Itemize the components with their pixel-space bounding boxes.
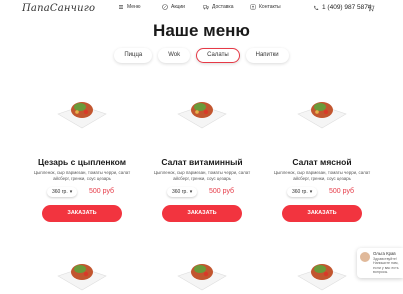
chat-widget[interactable]: Ольга Крав Здравствуйте! Напишите нам, е… [357,248,403,278]
product-title: Цезарь с цыпленком [37,157,127,167]
truck-icon [203,5,209,10]
product-description: Цыпленок, сыр пармезан, томаты черри, са… [153,170,251,181]
product-title: Салат мясной [292,157,352,167]
product-title: Салат витаминный [161,157,243,167]
nav-item-contacts[interactable]: Контакты [250,4,281,10]
order-button[interactable]: ЗАКАЗАТЬ [42,205,122,222]
weight-select[interactable]: 360 гр. ▾ [47,187,78,197]
tab-pizza[interactable]: Пицца [114,48,153,63]
order-button[interactable]: ЗАКАЗАТЬ [282,205,362,222]
phone-icon [314,5,319,10]
nav-label: Доставка [212,4,234,10]
dish-image [297,264,347,291]
avatar [360,252,370,262]
cart-icon[interactable] [366,3,375,12]
product-price: 500 руб [89,188,115,195]
product-price: 500 руб [329,188,355,195]
product-price: 500 руб [209,188,235,195]
dish-image [297,102,347,129]
dish-image [57,264,107,291]
tab-drinks[interactable]: Напитки [245,48,289,63]
weight-value: 360 гр. [52,189,68,195]
order-button[interactable]: ЗАКАЗАТЬ [162,205,242,222]
contacts-icon [250,4,256,10]
chat-agent-name: Ольга Крав [373,251,396,256]
weight-value: 360 гр. [292,189,308,195]
dish-image [57,102,107,129]
nav-label: Меню [127,4,141,10]
nav-item-promos[interactable]: Акции [162,4,185,10]
menu-icon [119,5,123,9]
nav-item-menu[interactable]: Меню [118,4,141,10]
weight-select[interactable]: 360 гр. ▾ [287,187,318,197]
dish-image [177,264,227,291]
weight-value: 360 гр. [172,189,188,195]
weight-select[interactable]: 360 гр. ▾ [167,187,198,197]
tab-wok[interactable]: Wok [158,48,191,63]
tab-salads[interactable]: Салаты [196,48,240,63]
chevron-down-icon: ▾ [309,189,313,195]
chevron-down-icon: ▾ [189,189,193,195]
percent-icon [162,4,168,10]
phone-link[interactable]: 1 (409) 987 5874 [313,4,372,11]
chevron-down-icon: ▾ [69,189,73,195]
nav-label: Контакты [259,4,281,10]
nav-item-delivery[interactable]: Доставка [203,4,233,10]
category-tabs: Пицца Wok Салаты Напитки [0,48,403,63]
phone-number: 1 (409) 987 5874 [322,4,372,11]
logo[interactable]: ПапаСанчиго [22,3,95,14]
product-description: Цыпленок, сыр пармезан, томаты черри, са… [33,170,131,181]
dish-image [177,102,227,129]
chat-message: Здравствуйте! Напишите нам, если у вас е… [373,257,399,275]
nav-label: Акции [171,4,185,10]
site-header: ПапаСанчиго Меню Акции Доставка Контакты… [0,0,403,18]
page-title: Наше меню [153,21,250,40]
product-description: Цыпленок, сыр пармезан, томаты черри, са… [273,170,371,181]
